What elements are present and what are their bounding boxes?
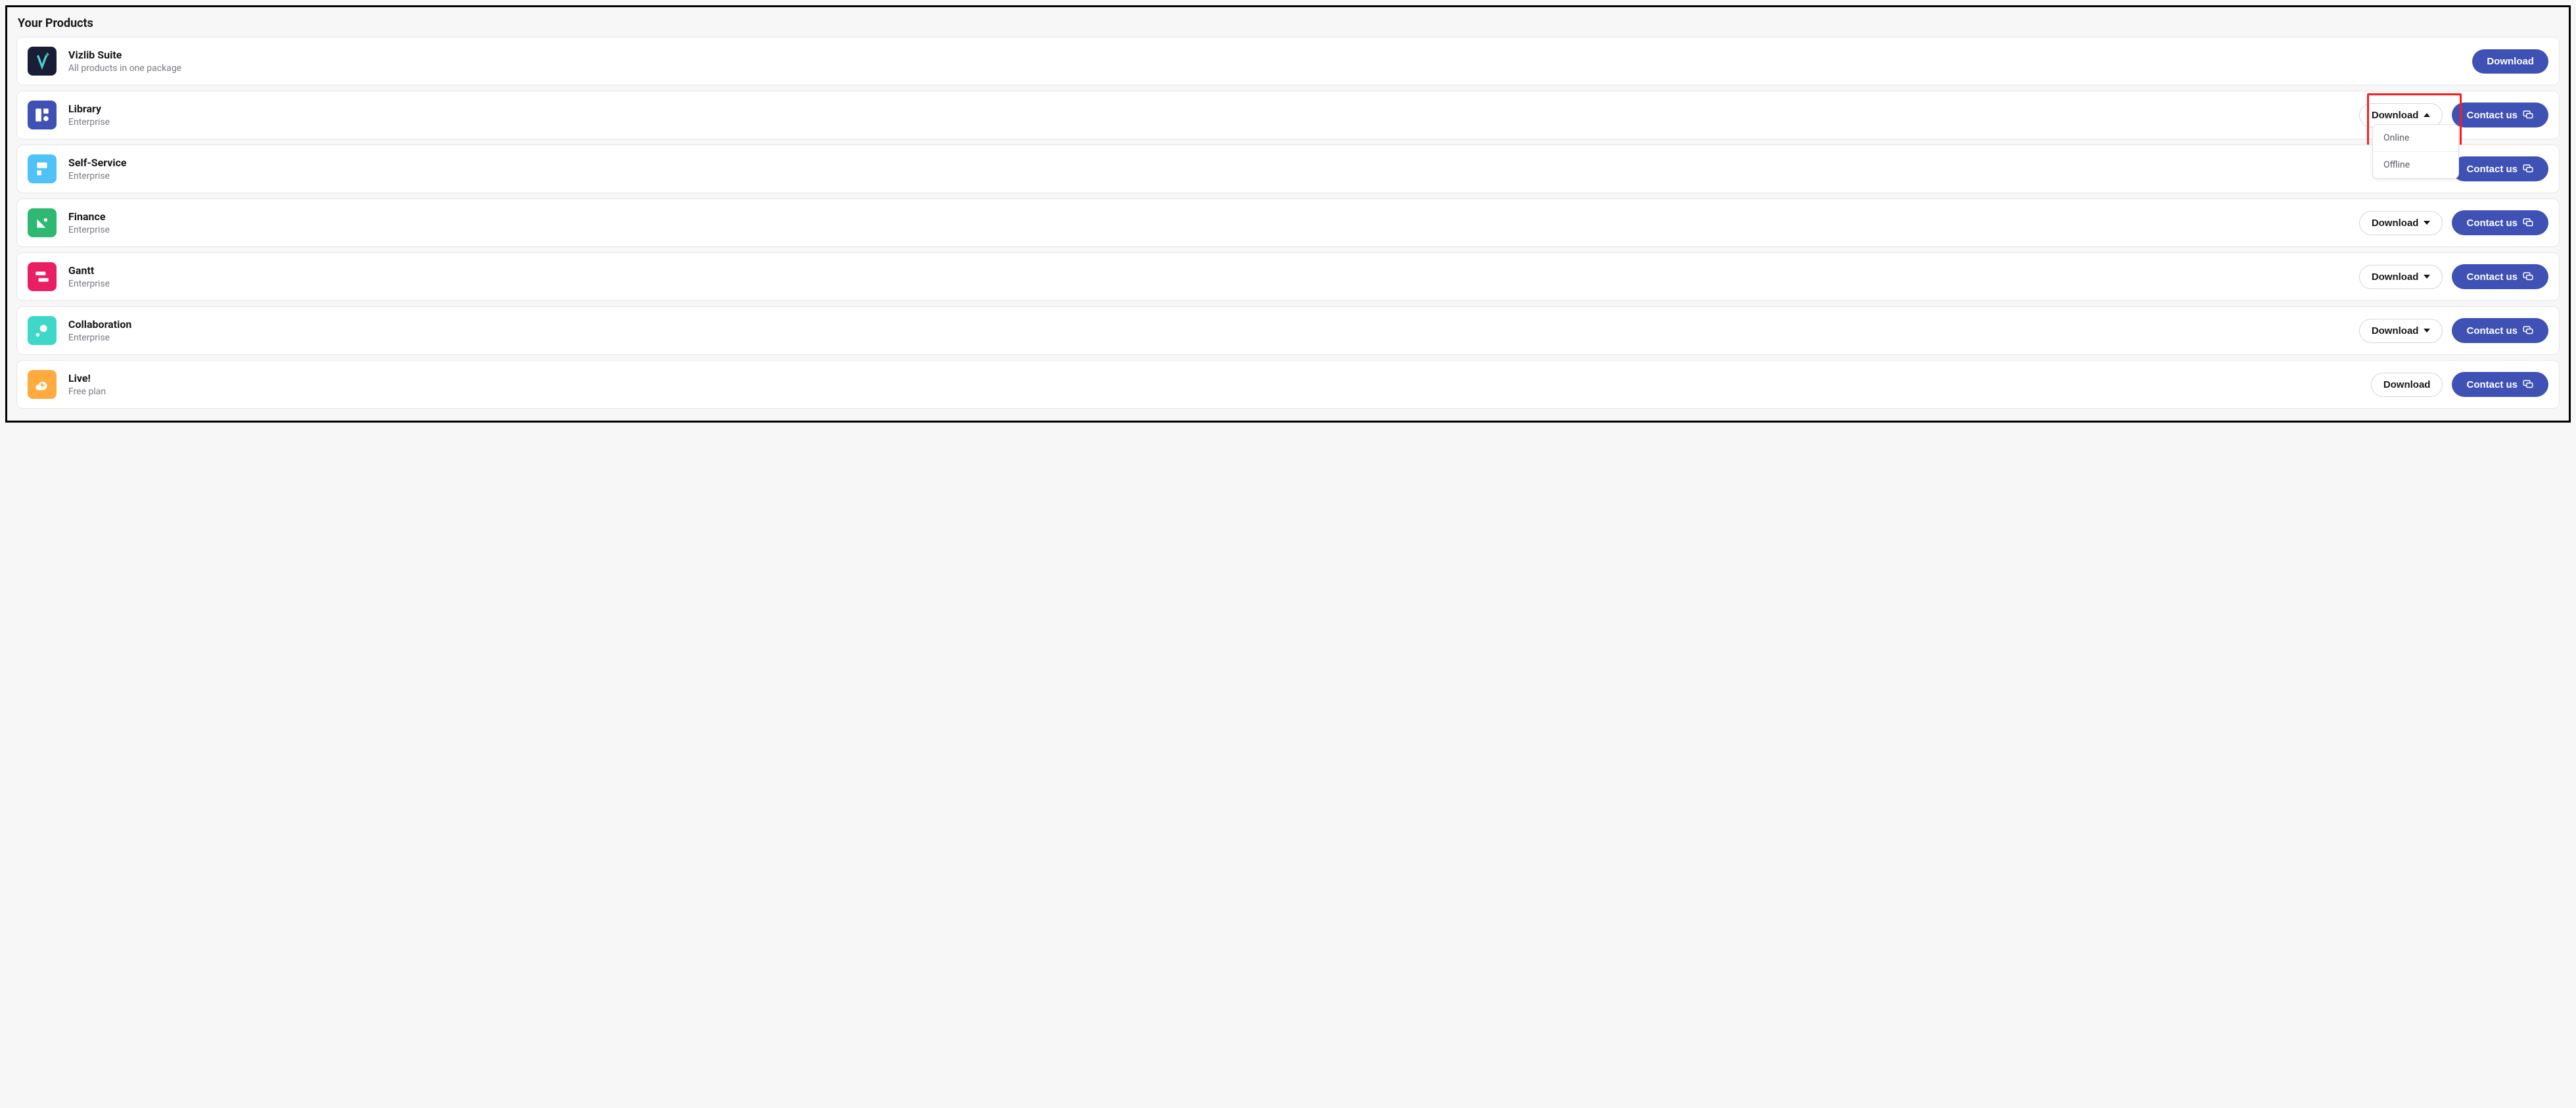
contact-us-button[interactable]: Contact us xyxy=(2452,264,2548,289)
chevron-down-icon xyxy=(2424,221,2430,225)
contact-us-button[interactable]: Contact us xyxy=(2452,372,2548,397)
contact-us-label: Contact us xyxy=(2466,164,2518,175)
section-title: Your Products xyxy=(18,16,2560,30)
svg-text:+: + xyxy=(45,53,49,59)
finance-icon xyxy=(28,208,57,237)
chat-icon xyxy=(2522,163,2534,175)
gantt-icon xyxy=(28,262,57,291)
product-info: Library Enterprise xyxy=(68,103,2347,128)
product-info: Gantt Enterprise xyxy=(68,264,2347,290)
contact-us-button[interactable]: Contact us xyxy=(2452,103,2548,127)
product-info: Collaboration Enterprise xyxy=(68,318,2347,344)
download-button-label: Download xyxy=(2372,271,2419,283)
download-button[interactable]: Download xyxy=(2371,373,2443,397)
product-row-collaboration: Collaboration Enterprise Download Contac… xyxy=(16,306,2560,355)
download-button-label: Download xyxy=(2372,325,2419,336)
chat-icon xyxy=(2522,109,2534,121)
chat-icon xyxy=(2522,379,2534,390)
product-info: Finance Enterprise xyxy=(68,210,2347,236)
contact-us-label: Contact us xyxy=(2466,379,2518,390)
product-actions: Download Contact us xyxy=(2371,372,2548,397)
product-actions: Contact us xyxy=(2452,156,2548,181)
contact-us-button[interactable]: Contact us xyxy=(2452,210,2548,235)
dropdown-option-offline[interactable]: Offline xyxy=(2373,152,2458,178)
chat-icon xyxy=(2522,325,2534,336)
chat-icon xyxy=(2522,271,2534,283)
contact-us-label: Contact us xyxy=(2466,110,2518,121)
chevron-up-icon xyxy=(2424,113,2430,117)
product-name: Vizlib Suite xyxy=(68,49,2460,62)
dropdown-option-online[interactable]: Online xyxy=(2373,125,2458,152)
product-subtitle: Enterprise xyxy=(68,279,2347,289)
product-row-gantt: Gantt Enterprise Download Contact us xyxy=(16,252,2560,301)
download-button-label: Download xyxy=(2383,379,2431,390)
product-subtitle: Enterprise xyxy=(68,171,2440,181)
collaboration-icon xyxy=(28,316,57,345)
product-actions: Download Contact us xyxy=(2359,318,2548,343)
contact-us-label: Contact us xyxy=(2466,218,2518,229)
live-icon xyxy=(28,370,57,399)
product-subtitle: Enterprise xyxy=(68,117,2347,127)
download-dropdown-button[interactable]: Download xyxy=(2359,319,2443,343)
download-dropdown-button[interactable]: Download xyxy=(2359,103,2443,127)
product-actions: Download Contact us xyxy=(2359,210,2548,235)
product-list: + Vizlib Suite All products in one packa… xyxy=(16,37,2560,409)
contact-us-button[interactable]: Contact us xyxy=(2452,318,2548,343)
product-subtitle: All products in one package xyxy=(68,63,2460,74)
product-name: Self-Service xyxy=(68,156,2440,170)
product-name: Finance xyxy=(68,210,2347,224)
contact-us-label: Contact us xyxy=(2466,271,2518,283)
self-service-icon xyxy=(28,154,57,183)
download-button[interactable]: Download xyxy=(2472,49,2548,74)
contact-us-button[interactable]: Contact us xyxy=(2452,156,2548,181)
download-button-label: Download xyxy=(2372,218,2419,229)
chevron-down-icon xyxy=(2424,275,2430,279)
product-subtitle: Free plan xyxy=(68,386,2359,397)
download-dropdown-menu: Online Offline xyxy=(2372,124,2459,179)
product-subtitle: Enterprise xyxy=(68,333,2347,343)
chevron-down-icon xyxy=(2424,329,2430,333)
your-products-panel: Your Products + Vizlib Suite All product… xyxy=(5,5,2571,423)
product-row-vizlib-suite: + Vizlib Suite All products in one packa… xyxy=(16,37,2560,85)
product-row-library: Library Enterprise Download Contact us xyxy=(16,91,2560,139)
product-subtitle: Enterprise xyxy=(68,225,2347,235)
download-dropdown-button[interactable]: Download xyxy=(2359,211,2443,235)
product-row-finance: Finance Enterprise Download Contact us xyxy=(16,198,2560,247)
product-name: Gantt xyxy=(68,264,2347,278)
product-row-live: Live! Free plan Download Contact us xyxy=(16,360,2560,409)
product-actions: Download xyxy=(2472,49,2548,74)
product-name: Library xyxy=(68,103,2347,116)
product-info: Self-Service Enterprise xyxy=(68,156,2440,182)
product-name: Live! xyxy=(68,372,2359,386)
product-info: Live! Free plan xyxy=(68,372,2359,398)
product-name: Collaboration xyxy=(68,318,2347,332)
chat-icon xyxy=(2522,217,2534,229)
product-row-self-service: Self-Service Enterprise Contact us xyxy=(16,145,2560,193)
product-info: Vizlib Suite All products in one package xyxy=(68,49,2460,74)
contact-us-label: Contact us xyxy=(2466,325,2518,336)
download-button-label: Download xyxy=(2487,56,2534,67)
download-dropdown-button[interactable]: Download xyxy=(2359,265,2443,289)
vizlib-suite-icon: + xyxy=(28,47,57,76)
product-actions: Download Contact us xyxy=(2359,264,2548,289)
download-button-label: Download xyxy=(2372,110,2419,121)
library-icon xyxy=(28,101,57,129)
